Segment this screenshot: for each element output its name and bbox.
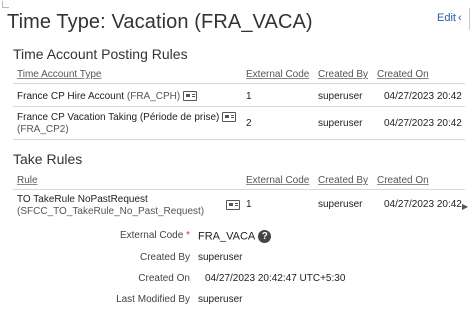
col-rule[interactable]: Rule (17, 175, 38, 186)
row-divider (13, 106, 465, 107)
edit-link[interactable]: Edit (437, 12, 456, 24)
page: { "header": { "title": "Time Type: Vacat… (0, 0, 474, 323)
scroll-right-icon[interactable]: ▶ (462, 202, 468, 211)
created-by-value: superuser (198, 252, 243, 263)
quickcard-icon[interactable] (226, 199, 240, 210)
table-row[interactable]: France CP Vacation Taking (Période de pr… (17, 112, 237, 123)
col-time-account-type[interactable]: Time Account Type (17, 69, 102, 80)
more-actions-icon[interactable]: ‹ (458, 12, 462, 24)
created-on-cell: 04/27/2023 20:42 (384, 199, 462, 210)
label-text: External Code (119, 230, 184, 241)
created-by-cell: superuser (318, 118, 363, 129)
corner-bracket-icon (2, 1, 9, 8)
created-on-cell: 04/27/2023 20:42 (384, 91, 462, 102)
created-by-cell: superuser (318, 199, 363, 210)
last-modified-value: superuser (198, 294, 243, 305)
rule-code: (SFCC_TO_TakeRule_No_Past_Request) (17, 206, 205, 217)
section-title-account-rules: Time Account Posting Rules (13, 46, 188, 62)
account-name[interactable]: France CP Vacation Taking (Période de pr… (17, 112, 219, 123)
account-code: (FRA_CPH) (126, 91, 181, 102)
rule-name[interactable]: TO TakeRule NoPastRequest (17, 194, 148, 205)
created-on-value: 04/27/2023 20:42:47 UTC+5:30 (205, 273, 346, 284)
account-code: (FRA_CP2) (17, 124, 69, 135)
created-on-cell: 04/27/2023 20:42 (384, 118, 462, 129)
last-modified-label: Last Modified By (116, 294, 190, 305)
created-on-label: Created On (138, 273, 190, 284)
external-code-cell: 1 (246, 91, 252, 102)
external-code-cell: 1 (246, 199, 252, 210)
row-divider (13, 139, 465, 140)
external-code-label: External Code * (10, 230, 190, 241)
col-external-code[interactable]: External Code (246, 175, 309, 186)
col-external-code[interactable]: External Code (246, 69, 309, 80)
table-row[interactable]: France CP Hire Account (FRA_CPH) (17, 91, 198, 102)
table-row[interactable]: TO TakeRule NoPastRequest (17, 194, 148, 205)
col-created-on[interactable]: Created On (377, 175, 429, 186)
required-marker: * (186, 230, 190, 241)
created-by-cell: superuser (318, 91, 363, 102)
section-title-take-rules: Take Rules (13, 151, 83, 167)
quickcard-icon[interactable] (183, 91, 198, 102)
value-text: FRA_VACA (198, 230, 256, 243)
header-divider (13, 83, 465, 84)
quickcard-wrap (223, 196, 240, 214)
external-code-cell: 2 (246, 118, 252, 129)
col-created-by[interactable]: Created By (318, 175, 368, 186)
header-divider (13, 189, 465, 190)
help-icon[interactable]: ? (258, 230, 272, 243)
external-code-value: FRA_VACA? (198, 230, 272, 243)
col-created-by[interactable]: Created By (318, 69, 368, 80)
panel-edge (469, 8, 470, 30)
col-created-on[interactable]: Created On (377, 69, 429, 80)
created-by-label: Created By (139, 252, 190, 263)
page-title: Time Type: Vacation (FRA_VACA) (7, 11, 313, 33)
account-name[interactable]: France CP Hire Account (17, 91, 124, 102)
quickcard-icon[interactable] (222, 112, 237, 123)
